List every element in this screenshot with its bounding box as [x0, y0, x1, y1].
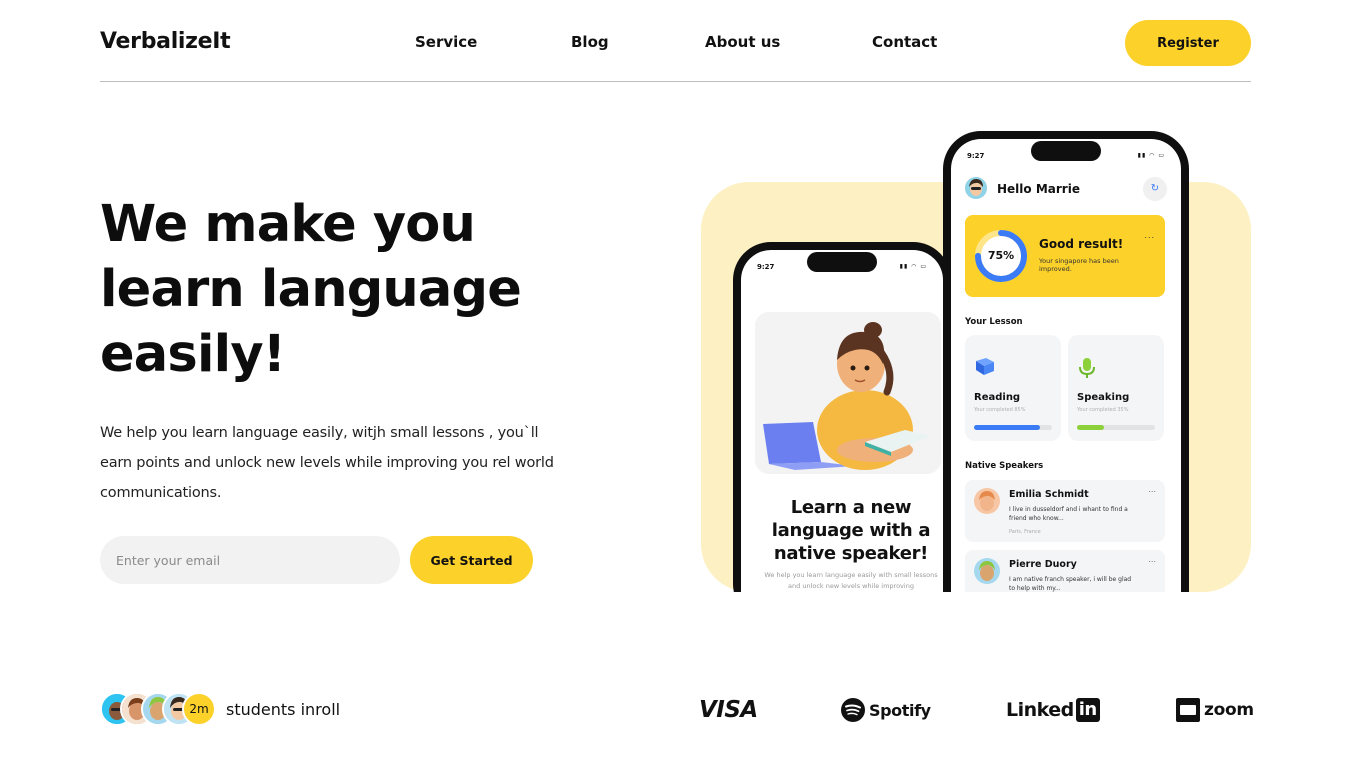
lesson-card-speaking[interactable]: Speaking Your completed 35%: [1068, 335, 1164, 441]
register-button[interactable]: Register: [1125, 20, 1251, 66]
hero-title-line-2: learn language: [100, 260, 522, 319]
hero-title-line-1: We make you: [100, 195, 476, 254]
result-title: Good result!: [1039, 237, 1124, 251]
nav-blog[interactable]: Blog: [571, 33, 609, 51]
students-label: students inroll: [226, 700, 341, 719]
refresh-icon[interactable]: ↻: [1143, 177, 1167, 201]
status-time: 9:27: [757, 263, 775, 271]
spotify-logo: Spotify: [841, 694, 931, 726]
lesson-progress-fill: [1077, 425, 1105, 430]
nav-service[interactable]: Service: [415, 33, 477, 51]
phone-screen: 9:27 ▮▮ ◠ ▭ Hello Marrie ↻ 75% Good resu…: [951, 139, 1181, 592]
lessons-heading: Your Lesson: [965, 317, 1023, 327]
speaker-card[interactable]: Emilia Schmidt I live in dusseldorf and …: [965, 480, 1165, 542]
phone-screen: 9:27 ▮▮ ◠ ▭ Learn a new language with a …: [741, 250, 943, 592]
visa-logo-text: VISA: [699, 697, 758, 723]
result-subtitle: Your singapore has been improved.: [1039, 257, 1119, 273]
phone-mockup-back: 9:27 ▮▮ ◠ ▭ Learn a new language with a …: [733, 242, 951, 592]
visa-logo: VISA: [699, 694, 758, 726]
hero-title-line-3: easily!: [100, 325, 286, 384]
logo[interactable]: VerbalizeIt: [100, 29, 231, 54]
lesson-progress-track: [974, 425, 1052, 430]
promo-subtitle: We help you learn language easily with s…: [764, 571, 938, 590]
linkedin-logo: Linked in: [1006, 694, 1100, 726]
status-time: 9:27: [967, 152, 985, 160]
more-options-icon[interactable]: ...: [1144, 231, 1155, 240]
speaker-name: Pierre Duory: [1009, 559, 1077, 570]
hero-title: We make you learn language easily!: [100, 192, 570, 387]
phone-mockups: 9:27 ▮▮ ◠ ▭ Learn a new language with a …: [701, 100, 1261, 592]
hero-description: We help you learn language easily, witjh…: [100, 425, 554, 501]
greeting-text: Hello Marrie: [997, 182, 1080, 196]
phone-notch: [1031, 141, 1101, 161]
linkedin-in-badge: in: [1075, 698, 1100, 722]
book-icon: [974, 357, 996, 382]
zoom-logo-text: zoom: [1204, 700, 1254, 720]
lesson-progress-track: [1077, 425, 1155, 430]
more-options-icon[interactable]: ...: [1148, 485, 1156, 494]
lesson-progress-text: Your completed 85%: [974, 407, 1026, 413]
speaker-name: Emilia Schmidt: [1009, 489, 1089, 500]
result-percent: 75%: [987, 249, 1015, 262]
phone-notch: [807, 252, 877, 272]
lesson-progress-fill: [974, 425, 1041, 430]
spotify-logo-text: Spotify: [869, 700, 931, 720]
top-navbar: VerbalizeIt Service Blog About us Contac…: [100, 0, 1251, 82]
spotify-icon: [841, 698, 865, 722]
signal-icon: ▮▮ ◠ ▭: [899, 263, 927, 270]
native-speakers-heading: Native Speakers: [965, 461, 1044, 471]
students-count-badge: 2m: [182, 692, 216, 726]
phone-mockup-front: 9:27 ▮▮ ◠ ▭ Hello Marrie ↻ 75% Good resu…: [943, 131, 1189, 592]
speaker-message: I live in dusseldorf and i whant to find…: [1009, 506, 1128, 522]
result-card[interactable]: 75% Good result! Your singapore has been…: [965, 215, 1165, 297]
speaker-avatar: [974, 558, 1000, 584]
lesson-card-reading[interactable]: Reading Your completed 85%: [965, 335, 1061, 441]
lesson-name: Reading: [974, 392, 1021, 403]
user-avatar[interactable]: [965, 177, 987, 199]
student-avatars: 2m: [100, 692, 220, 726]
nav-contact[interactable]: Contact: [872, 33, 937, 51]
speaker-location: Paris, France: [1009, 529, 1041, 535]
speaker-avatar: [974, 488, 1000, 514]
promo-title: Learn a new language with a native speak…: [771, 497, 931, 564]
student-illustration: [755, 312, 941, 474]
signal-icon: ▮▮ ◠ ▭: [1137, 152, 1165, 159]
speaker-card[interactable]: Pierre Duory I am native franch speaker,…: [965, 550, 1165, 592]
lesson-name: Speaking: [1077, 392, 1130, 403]
email-input[interactable]: [100, 536, 400, 584]
nav-about-us[interactable]: About us: [705, 33, 780, 51]
zoom-logo: zoom: [1176, 694, 1254, 726]
zoom-icon: [1176, 698, 1200, 722]
speaker-message: I am native franch speaker, i will be gl…: [1009, 576, 1132, 592]
get-started-button[interactable]: Get Started: [410, 536, 533, 584]
lesson-progress-text: Your completed 35%: [1077, 407, 1129, 413]
linkedin-logo-text: Linked: [1006, 699, 1074, 721]
more-options-icon[interactable]: ...: [1148, 555, 1156, 564]
microphone-icon: [1077, 357, 1097, 384]
